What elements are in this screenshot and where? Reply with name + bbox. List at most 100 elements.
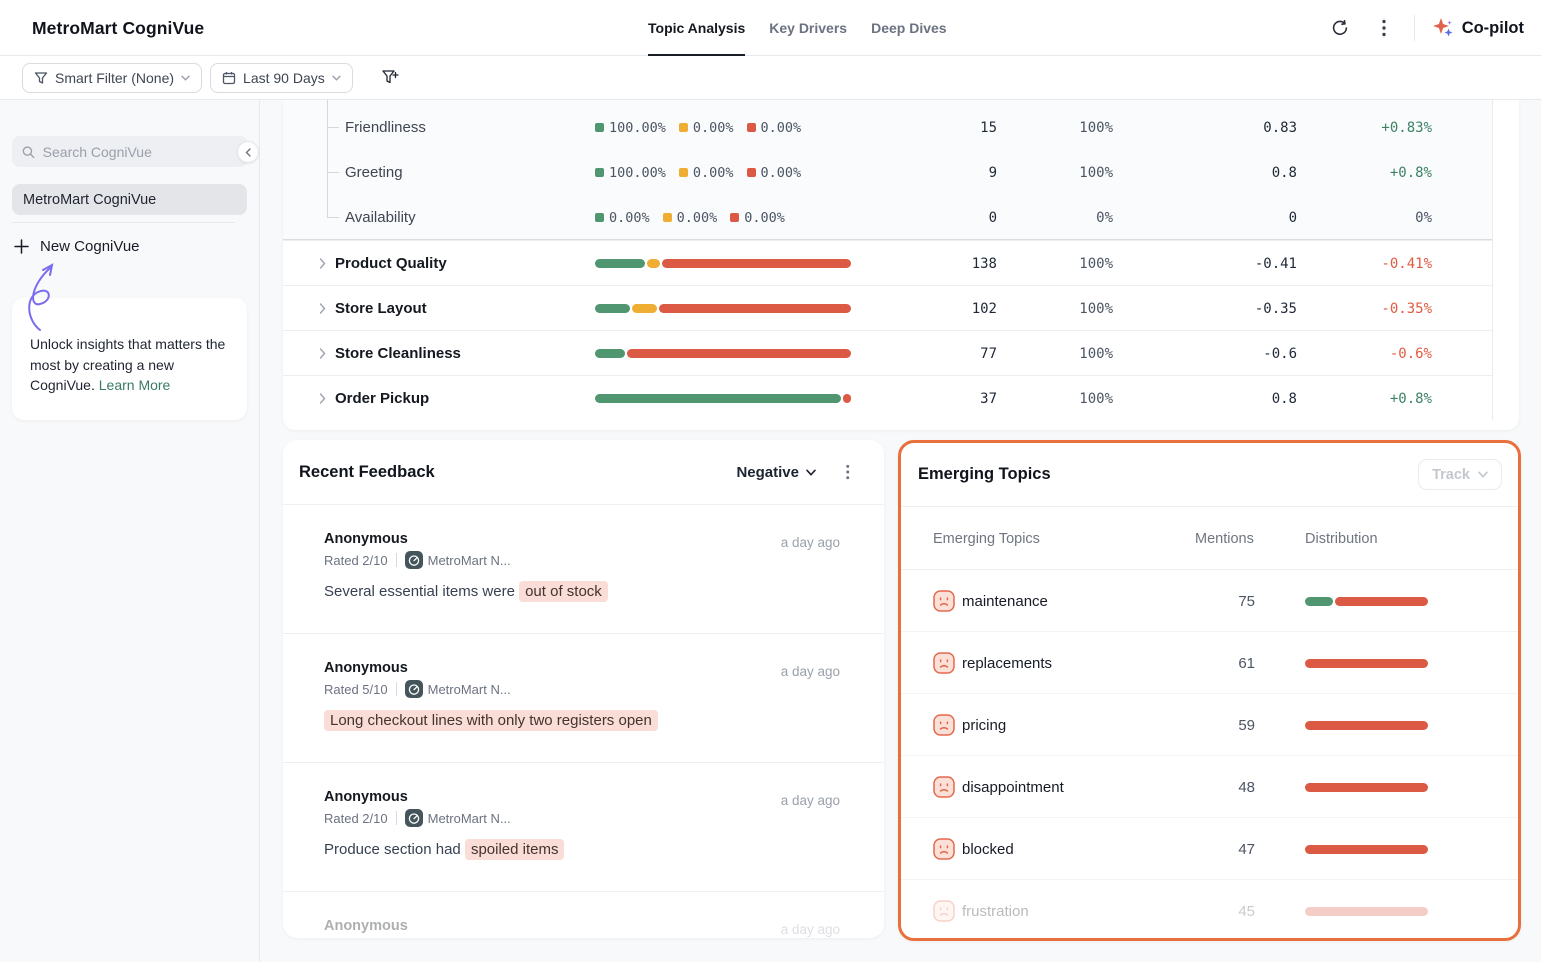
emerging-topic-row[interactable]: disappointment 48 [901, 756, 1518, 818]
learn-more-link[interactable]: Learn More [99, 377, 171, 393]
feedback-item[interactable]: Anonymous Rated 2/10 MetroMart N... a da… [283, 505, 884, 634]
topic-subrow[interactable]: Friendliness 100.00% 0.00% 0.00% 15 100%… [283, 105, 1492, 150]
emerging-topic-row[interactable]: blocked 47 [901, 818, 1518, 880]
new-cognivue-button[interactable]: New CogniVue [14, 238, 140, 255]
copilot-button[interactable]: Co-pilot [1431, 16, 1524, 40]
feedback-filter-dropdown[interactable]: Negative [736, 464, 816, 481]
sentiment-legend: 100.00% 0.00% 0.00% [595, 150, 801, 195]
sentiment-score: 0.83 [1193, 105, 1297, 150]
feedback-timestamp: a day ago [781, 789, 840, 827]
sidebar-item-metromart-cognivue[interactable]: MetroMart CogniVue [12, 184, 247, 215]
header-divider [1414, 15, 1415, 41]
negative-pct: 0.00% [761, 165, 802, 181]
emerging-topic-row[interactable]: maintenance 75 [901, 570, 1518, 632]
emerging-topic-label: pricing [962, 694, 1006, 756]
emerging-topic-label: frustration [962, 880, 1029, 941]
feedback-kebab-menu[interactable] [840, 458, 856, 486]
date-range-dropdown[interactable]: Last 90 Days [210, 63, 353, 93]
negative-segment [1305, 845, 1428, 854]
topic-row[interactable]: Store Layout 102 100% -0.35 -0.35% [283, 285, 1492, 330]
score-delta: 0% [1303, 195, 1432, 240]
sad-face-icon [933, 652, 955, 674]
header-actions: Co-pilot [1326, 0, 1524, 56]
mention-count: 102 [863, 286, 997, 331]
tab[interactable]: Deep Dives [871, 0, 946, 56]
sentiment-score: 0.8 [1193, 150, 1297, 195]
sidebar-item-label: MetroMart CogniVue [23, 192, 156, 208]
sidebar-search[interactable] [12, 136, 248, 167]
feedback-author: Anonymous [324, 918, 511, 934]
neutral-square-icon [663, 213, 672, 222]
positive-segment [1305, 597, 1333, 606]
coverage-pct: 100% [1053, 286, 1113, 331]
calendar-icon [222, 71, 236, 85]
sad-face-icon [933, 900, 955, 922]
topic-row[interactable]: Order Pickup 37 100% 0.8 +0.8% [283, 375, 1492, 420]
emerging-topics-title: Emerging Topics [918, 465, 1051, 484]
feedback-filter-label: Negative [736, 464, 799, 481]
recent-feedback-card: Recent Feedback Negative Anonymous Rated… [283, 440, 884, 938]
emerging-topic-label: maintenance [962, 570, 1048, 632]
sentiment-score: -0.41 [1193, 241, 1297, 286]
neutral-pct: 0.00% [693, 120, 734, 136]
meta-divider [396, 811, 397, 825]
coverage-pct: 100% [1053, 105, 1113, 150]
topic-row[interactable]: Product Quality 138 100% -0.41 -0.41% [283, 240, 1492, 285]
search-input[interactable] [43, 144, 238, 160]
emerging-topic-distribution-bar [1305, 783, 1428, 792]
sentiment-score: 0.8 [1193, 376, 1297, 421]
tree-connector [328, 217, 339, 218]
collapse-sidebar-button[interactable] [237, 141, 259, 163]
emerging-topic-row[interactable]: replacements 61 [901, 632, 1518, 694]
positive-segment [595, 349, 625, 358]
emerging-topic-mentions: 48 [1181, 756, 1255, 818]
topic-subrow[interactable]: Greeting 100.00% 0.00% 0.00% 9 100% 0.8 … [283, 150, 1492, 195]
score-delta: -0.41% [1303, 241, 1432, 286]
feedback-item[interactable]: Anonymous Rated 2/10 MetroMart N... a da… [283, 763, 884, 892]
refresh-icon [1331, 19, 1349, 37]
add-filter-button[interactable] [381, 69, 399, 86]
search-icon [22, 145, 35, 159]
score-delta: -0.35% [1303, 286, 1432, 331]
feedback-author: Anonymous [324, 531, 511, 547]
neutral-pct: 0.00% [693, 165, 734, 181]
emerging-topics-card: Emerging Topics Track Emerging Topics Me… [898, 440, 1521, 941]
topic-label: Friendliness [345, 105, 426, 150]
track-dropdown-button[interactable]: Track [1418, 459, 1502, 490]
sentiment-legend: 100.00% 0.00% 0.00% [595, 105, 801, 150]
emerging-topics-columns: Emerging Topics Mentions Distribution [901, 507, 1518, 570]
column-topic: Emerging Topics [933, 507, 1040, 570]
feedback-timestamp: a day ago [781, 531, 840, 569]
topic-subrows: Friendliness 100.00% 0.00% 0.00% 15 100%… [283, 100, 1492, 240]
feedback-item[interactable]: Anonymous Rated 5/10 MetroMart N... a da… [283, 634, 884, 763]
topic-table-wrap: Friendliness 100.00% 0.00% 0.00% 15 100%… [283, 100, 1493, 420]
emerging-topic-distribution-bar [1305, 721, 1428, 730]
sentiment-score: 0 [1193, 195, 1297, 240]
positive-pct: 100.00% [609, 120, 666, 136]
feedback-highlight: spoiled items [465, 839, 565, 860]
arrow-doodle [24, 258, 66, 332]
filter-bar: Smart Filter (None) Last 90 Days [0, 56, 1541, 100]
topic-subrow[interactable]: Availability 0.00% 0.00% 0.00% 0 0% 0 0% [283, 195, 1492, 240]
negative-square-icon [747, 123, 756, 132]
mention-count: 77 [863, 331, 997, 376]
header-kebab-menu[interactable] [1370, 14, 1398, 42]
feedback-item[interactable]: Anonymous Rated 3/10 MetroMart N... a da… [283, 892, 884, 938]
coverage-pct: 100% [1053, 150, 1113, 195]
emerging-topic-row[interactable]: pricing 59 [901, 694, 1518, 756]
feedback-text: Long checkout lines with only two regist… [324, 710, 840, 732]
tab[interactable]: Topic Analysis [648, 0, 745, 56]
smart-filter-dropdown[interactable]: Smart Filter (None) [22, 63, 202, 93]
emerging-topics-header: Emerging Topics Track [901, 443, 1518, 507]
neutral-pct: 0.00% [677, 210, 718, 226]
positive-segment [595, 304, 630, 313]
positive-square-icon [595, 123, 604, 132]
emerging-topic-row[interactable]: frustration 45 [901, 880, 1518, 941]
chevron-down-icon [1478, 471, 1488, 478]
topic-row[interactable]: Store Cleanliness 77 100% -0.6 -0.6% [283, 330, 1492, 375]
feedback-highlight: out of stock [519, 581, 608, 602]
refresh-button[interactable] [1326, 14, 1354, 42]
negative-segment [1305, 783, 1428, 792]
tab[interactable]: Key Drivers [769, 0, 847, 56]
chevron-right-icon [319, 331, 326, 376]
